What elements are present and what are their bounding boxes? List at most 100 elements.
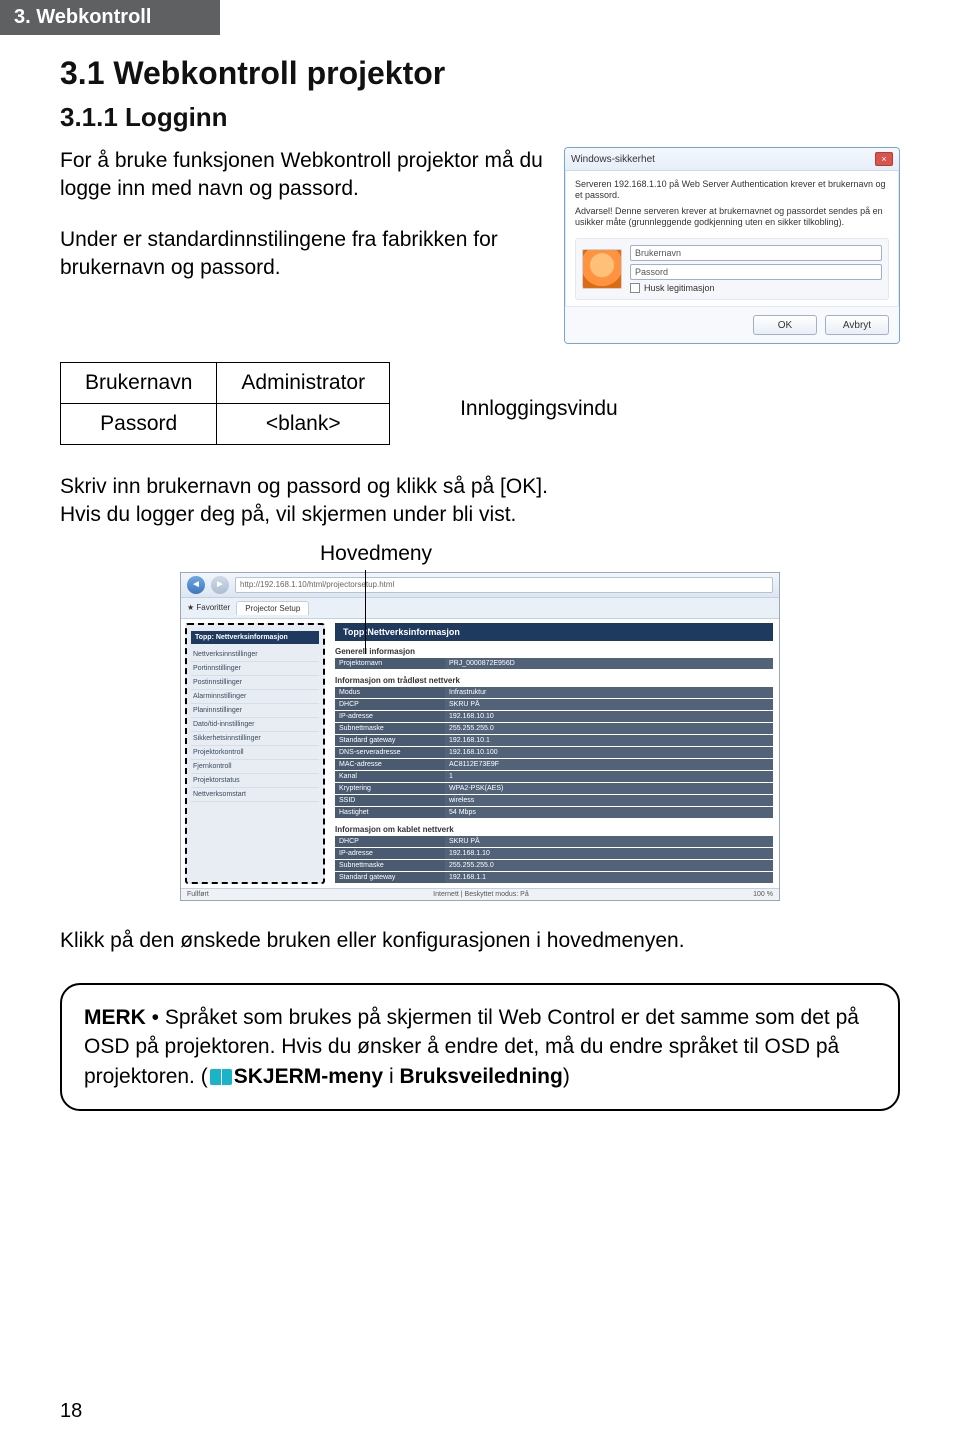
address-bar[interactable]: http://192.168.1.10/html/projectorsetup.… (235, 577, 773, 593)
info-value: SKRU PÅ (445, 699, 773, 711)
cred-pass-label: Passord (61, 404, 217, 445)
info-row: IP-adresse192.168.1.10 (335, 848, 773, 860)
cred-user-label: Brukernavn (61, 363, 217, 404)
main-menu-sidebar: Topp: Nettverksinformasjon Nettverksinns… (185, 623, 325, 884)
info-row: MAC-adresseAC8112E73E9F (335, 759, 773, 771)
login-dialog: Windows-sikkerhet × Serveren 192.168.1.1… (564, 147, 900, 344)
info-row: KrypteringWPA2-PSK(AES) (335, 783, 773, 795)
info-key: Projektornavn (335, 658, 445, 670)
sidebar-item[interactable]: Postinnstillinger (191, 676, 319, 690)
login-dialog-text-2: Advarsel! Denne serveren krever at bruke… (575, 206, 889, 229)
click-instruction: Klikk på den ønskede bruken eller konfig… (60, 927, 900, 955)
info-value: Infrastruktur (445, 687, 773, 699)
info-value: AC8112E73E9F (445, 759, 773, 771)
info-row: Subnettmaske255.255.255.0 (335, 860, 773, 872)
sidebar-item[interactable]: Nettverksinnstillinger (191, 648, 319, 662)
hovedmeny-label: Hovedmeny (320, 542, 900, 566)
book-icon (210, 1069, 232, 1085)
info-value: wireless (445, 795, 773, 807)
info-row: DHCPSKRU PÅ (335, 836, 773, 848)
password-input[interactable]: Passord (630, 264, 882, 280)
info-key: Kanal (335, 771, 445, 783)
section-tag: 3. Webkontroll (0, 0, 220, 35)
forward-icon[interactable]: ► (211, 576, 229, 594)
status-internet: Internett | Beskyttet modus: På (433, 891, 529, 898)
info-row: DNS-serveradresse192.168.10.100 (335, 747, 773, 759)
note-ref2: Bruksveiledning (399, 1065, 562, 1088)
ok-button[interactable]: OK (753, 315, 817, 335)
info-value: 1 (445, 771, 773, 783)
info-value: 255.255.255.0 (445, 723, 773, 735)
pointer-line (365, 570, 366, 654)
info-row: Kanal1 (335, 771, 773, 783)
info-value: SKRU PÅ (445, 836, 773, 848)
info-key: IP-adresse (335, 848, 445, 860)
info-row: Standard gateway192.168.10.1 (335, 735, 773, 747)
note-merk: MERK (84, 1006, 146, 1029)
note-box: MERK • Språket som brukes på skjermen ti… (60, 983, 900, 1111)
info-key: Subnettmaske (335, 860, 445, 872)
info-row: Hastighet54 Mbps (335, 807, 773, 819)
table-row: Brukernavn Administrator (61, 363, 390, 404)
note-body-3: ) (563, 1065, 570, 1088)
info-key: IP-adresse (335, 711, 445, 723)
section-wifi: Informasjon om trådløst nettverk (335, 670, 773, 687)
sidebar-item[interactable]: Portinnstillinger (191, 662, 319, 676)
page-banner: Topp:Nettverksinformasjon (335, 623, 773, 641)
intro-paragraph-1: For å bruke funksjonen Webkontroll proje… (60, 147, 544, 204)
back-icon[interactable]: ◄ (187, 576, 205, 594)
info-value: 192.168.1.1 (445, 872, 773, 884)
close-icon[interactable]: × (875, 152, 893, 166)
cred-user-value: Administrator (217, 363, 390, 404)
sidebar-item[interactable]: Planinnstillinger (191, 704, 319, 718)
info-value: 192.168.10.1 (445, 735, 773, 747)
username-input[interactable]: Brukernavn (630, 245, 882, 261)
intro-paragraph-2: Under er standardinnstilingene fra fabri… (60, 226, 544, 283)
login-caption: Innloggingsvindu (460, 397, 618, 421)
heading-2: 3.1.1 Logginn (60, 102, 900, 133)
table-row: Passord <blank> (61, 404, 390, 445)
sidebar-item[interactable]: Fjernkontroll (191, 760, 319, 774)
sidebar-item[interactable]: Projektorstatus (191, 774, 319, 788)
remember-checkbox[interactable] (630, 283, 640, 293)
info-key: DNS-serveradresse (335, 747, 445, 759)
sidebar-item[interactable]: Dato/tid-innstillinger (191, 718, 319, 732)
note-body-2: i (383, 1065, 399, 1088)
info-key: Standard gateway (335, 872, 445, 884)
info-row: Standard gateway192.168.1.1 (335, 872, 773, 884)
info-row: SSIDwireless (335, 795, 773, 807)
login-dialog-text-1: Serveren 192.168.1.10 på Web Server Auth… (575, 179, 889, 202)
info-value: WPA2-PSK(AES) (445, 783, 773, 795)
info-value: 54 Mbps (445, 807, 773, 819)
sidebar-item[interactable]: Nettverksomstart (191, 788, 319, 802)
info-key: Hastighet (335, 807, 445, 819)
heading-1: 3.1 Webkontroll projektor (60, 55, 900, 92)
info-key: MAC-adresse (335, 759, 445, 771)
browser-screenshot: ◄ ► http://192.168.1.10/html/projectorse… (180, 572, 780, 901)
sidebar-item[interactable]: Sikkerhetsinnstillinger (191, 732, 319, 746)
favorites-label: ★ Favoritter (187, 603, 230, 612)
info-key: DHCP (335, 836, 445, 848)
sidebar-header: Topp: Nettverksinformasjon (191, 631, 319, 644)
cred-pass-value: <blank> (217, 404, 390, 445)
status-zoom: 100 % (753, 891, 773, 898)
sidebar-item[interactable]: Alarminnstillinger (191, 690, 319, 704)
credentials-table: Brukernavn Administrator Passord <blank> (60, 362, 390, 445)
note-ref1: SKJERM-meny (234, 1065, 383, 1088)
page-number: 18 (60, 1400, 82, 1423)
info-row: DHCPSKRU PÅ (335, 699, 773, 711)
info-row: Subnettmaske255.255.255.0 (335, 723, 773, 735)
cancel-button[interactable]: Avbryt (825, 315, 889, 335)
info-key: SSID (335, 795, 445, 807)
info-value: PRJ_0000872E956D (445, 658, 773, 670)
info-value: 192.168.10.100 (445, 747, 773, 759)
info-key: Subnettmaske (335, 723, 445, 735)
info-value: 192.168.10.10 (445, 711, 773, 723)
browser-tab[interactable]: Projector Setup (236, 601, 309, 615)
info-value: 192.168.1.10 (445, 848, 773, 860)
after-login-line1: Skriv inn brukernavn og passord og klikk… (60, 475, 548, 498)
sidebar-item[interactable]: Projektorkontroll (191, 746, 319, 760)
section-general: Generell informasjon (335, 641, 773, 658)
info-key: DHCP (335, 699, 445, 711)
after-login-line2: Hvis du logger deg på, vil skjermen unde… (60, 503, 516, 526)
